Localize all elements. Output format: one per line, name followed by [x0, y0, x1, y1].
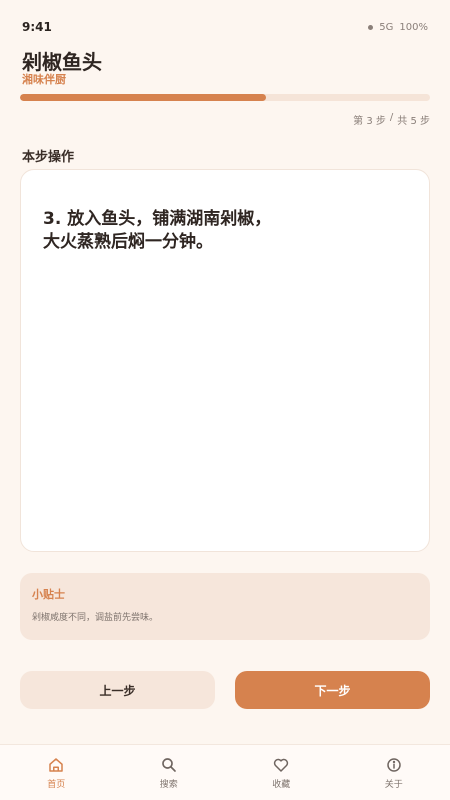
tip-card: 小贴士 剁椒咸度不同，调盐前先尝味。 [20, 573, 430, 640]
tab-search-label: 搜索 [159, 779, 178, 790]
tip-title: 小贴士 [32, 588, 65, 601]
step-progress-bar [20, 94, 430, 101]
next-step-button[interactable]: 下一步 [235, 671, 430, 709]
heart-icon [274, 758, 289, 772]
tab-about[interactable]: 关于 [354, 756, 434, 790]
battery-label: 100% [399, 21, 428, 33]
total-steps-label: 共 5 步 [397, 116, 430, 127]
step-card: 3. 放入鱼头，铺满湖南剁椒， 大火蒸熟后焖一分钟。 [20, 169, 430, 552]
search-icon [161, 757, 176, 772]
step-counter: 第 3 步 / 共 5 步 [353, 112, 430, 127]
home-icon [49, 757, 63, 772]
step-separator: / [389, 112, 394, 123]
tip-text: 剁椒咸度不同，调盐前先尝味。 [32, 613, 159, 623]
tab-home-label: 首页 [47, 779, 66, 790]
status-bar: 9:41 5G 100% [0, 0, 450, 40]
status-time: 9:41 [22, 20, 52, 34]
tab-about-label: 关于 [384, 779, 403, 790]
step-progress-fill [20, 94, 266, 101]
status-indicators: 5G 100% [368, 22, 428, 33]
step-instruction: 3. 放入鱼头，铺满湖南剁椒， 大火蒸熟后焖一分钟。 [43, 209, 272, 252]
tab-search[interactable]: 搜索 [129, 756, 209, 790]
tab-favorites-label: 收藏 [272, 779, 291, 790]
bottom-tab-bar: 首页 搜索 收藏 关于 [0, 744, 450, 800]
info-icon [387, 757, 401, 772]
page-subtitle: 湘味伴厨 [22, 73, 66, 86]
section-label: 本步操作 [22, 150, 75, 165]
tab-favorites[interactable]: 收藏 [241, 756, 321, 790]
signal-dot-icon [368, 24, 374, 30]
network-label: 5G [379, 21, 394, 33]
previous-step-button[interactable]: 上一步 [20, 671, 215, 709]
tab-home[interactable]: 首页 [16, 756, 96, 790]
current-step-label: 第 3 步 [353, 116, 386, 127]
